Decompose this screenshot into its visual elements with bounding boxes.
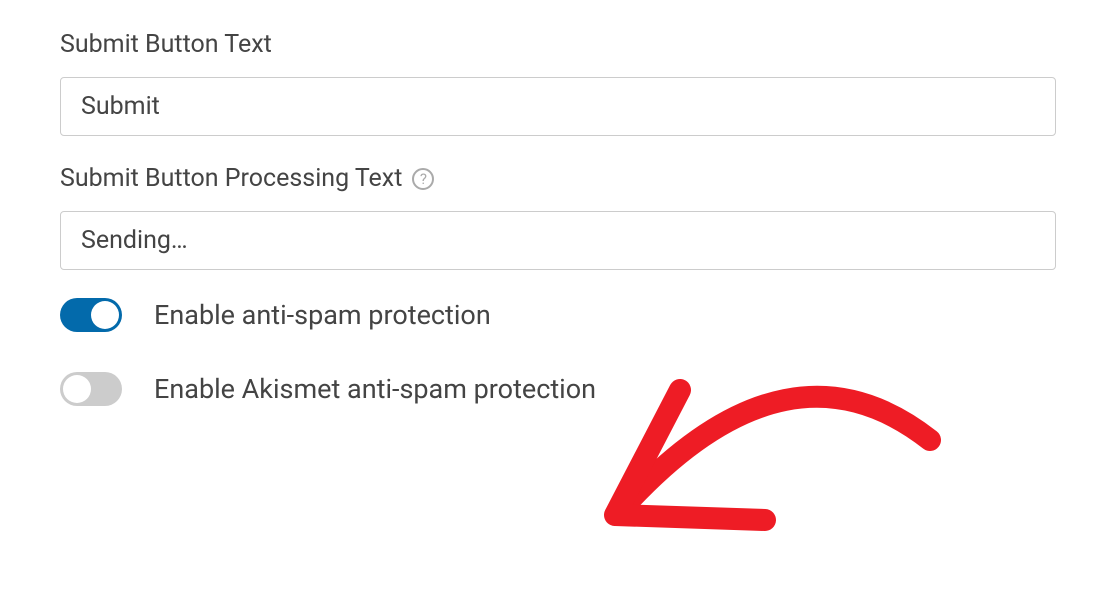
- akismet-toggle[interactable]: [60, 372, 122, 406]
- submit-button-text-group: Submit Button Text: [60, 30, 1056, 136]
- submit-button-text-label: Submit Button Text: [60, 30, 1056, 59]
- akismet-toggle-label: Enable Akismet anti-spam protection: [154, 373, 596, 405]
- akismet-toggle-row: Enable Akismet anti-spam protection: [60, 372, 1056, 406]
- anti-spam-toggle[interactable]: [60, 298, 122, 332]
- toggle-knob: [63, 375, 91, 403]
- submit-button-text-input[interactable]: [60, 77, 1056, 136]
- anti-spam-toggle-row: Enable anti-spam protection: [60, 298, 1056, 332]
- anti-spam-toggle-label: Enable anti-spam protection: [154, 299, 491, 331]
- annotation-arrow: [550, 290, 970, 580]
- submit-processing-text-group: Submit Button Processing Text ?: [60, 164, 1056, 270]
- submit-processing-text-label: Submit Button Processing Text ?: [60, 164, 1056, 193]
- help-icon[interactable]: ?: [412, 168, 434, 190]
- submit-processing-text-input[interactable]: [60, 211, 1056, 270]
- submit-processing-text-label-text: Submit Button Processing Text: [60, 164, 402, 193]
- toggle-knob: [91, 301, 119, 329]
